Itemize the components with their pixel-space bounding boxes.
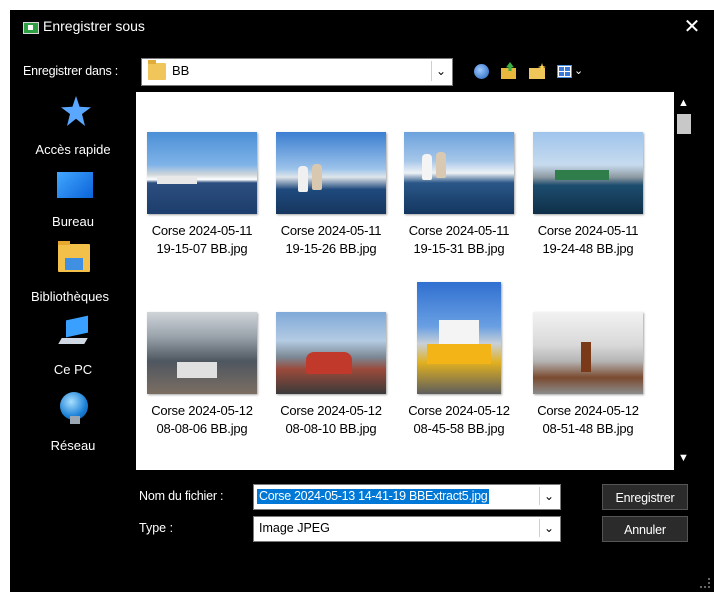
chevron-down-icon[interactable]: ⌄	[539, 519, 558, 537]
chevron-down-icon: ⌄	[574, 65, 584, 77]
view-menu-button[interactable]: ⌄	[556, 62, 584, 82]
place-label: Accès rapide	[35, 142, 111, 157]
network-icon	[60, 392, 88, 424]
save-in-dropdown[interactable]: BB ⌄	[141, 58, 453, 86]
app-picture-icon	[23, 22, 39, 34]
up-folder-button[interactable]	[500, 62, 520, 82]
file-item[interactable]: Corse 2024-05-11 19-15-31 BB.jpg	[401, 132, 517, 282]
close-button[interactable]: ✕	[670, 10, 714, 44]
chevron-down-icon[interactable]: ⌄	[539, 487, 558, 505]
file-item[interactable]: Corse 2024-05-12 08-51-48 BB.jpg	[530, 312, 646, 462]
type-dropdown[interactable]: Image JPEG ⌄	[253, 516, 561, 542]
new-folder-icon	[529, 68, 545, 79]
file-name: Corse 2024-05-12 08-08-10 BB.jpg	[280, 403, 382, 436]
view-menu-icon	[557, 65, 572, 78]
scroll-thumb[interactable]	[677, 114, 691, 134]
file-item[interactable]: Corse 2024-05-12 08-45-58 BB.jpg	[401, 282, 517, 436]
title-bar: Enregistrer sous ✕	[10, 10, 714, 44]
file-thumbnail	[147, 312, 257, 394]
libraries-icon	[58, 241, 90, 272]
filename-label: Nom du fichier :	[139, 489, 224, 503]
star-icon	[61, 96, 91, 126]
place-this-pc[interactable]: Ce PC	[10, 315, 136, 388]
desktop-icon	[57, 172, 93, 198]
save-button[interactable]: Enregistrer	[602, 484, 688, 510]
file-list[interactable]: Corse 2024-05-11 19-15-07 BB.jpg Corse 20…	[136, 92, 682, 470]
type-label: Type :	[139, 521, 174, 535]
file-name: Corse 2024-05-12 08-45-58 BB.jpg	[408, 403, 510, 436]
file-thumbnail	[533, 312, 643, 394]
file-name: Corse 2024-05-11 19-15-26 BB.jpg	[280, 223, 382, 256]
vertical-scrollbar[interactable]: ▲ ▼	[674, 92, 694, 470]
place-label: Réseau	[50, 438, 96, 453]
file-thumbnail	[404, 132, 514, 214]
type-value: Image JPEG	[259, 521, 330, 535]
place-desktop[interactable]: Bureau	[10, 170, 136, 240]
file-name: Corse 2024-05-12 08-08-06 BB.jpg	[151, 403, 253, 436]
close-icon: ✕	[683, 16, 701, 38]
place-label: Bureau	[52, 214, 94, 229]
filename-value[interactable]: Corse 2024-05-13 14-41-19 BBExtract5.jpg	[257, 489, 490, 504]
file-thumbnail	[276, 132, 386, 214]
file-thumbnail	[533, 132, 643, 214]
file-item[interactable]: Corse 2024-05-12 08-08-10 BB.jpg	[273, 312, 389, 462]
file-item[interactable]: Corse 2024-05-11 19-15-07 BB.jpg	[144, 132, 260, 282]
file-thumbnail	[276, 312, 386, 394]
file-name: Corse 2024-05-12 08-51-48 BB.jpg	[537, 403, 639, 436]
save-in-value: BB	[172, 63, 190, 78]
file-item[interactable]: Corse 2024-05-11 19-24-48 BB.jpg	[530, 132, 646, 282]
save-as-dialog: Enregistrer sous ✕ Enregistrer dans : BB…	[10, 10, 714, 592]
filename-input[interactable]: Corse 2024-05-13 14-41-19 BBExtract5.jpg…	[253, 484, 561, 510]
new-folder-button[interactable]	[528, 62, 548, 82]
file-item[interactable]: Corse 2024-05-12 08-08-06 BB.jpg	[144, 312, 260, 462]
back-globe-icon	[474, 64, 489, 79]
folder-icon	[148, 60, 166, 80]
chevron-down-icon[interactable]: ⌄	[431, 61, 450, 81]
scroll-up-icon[interactable]: ▲	[678, 97, 689, 109]
window-title: Enregistrer sous	[43, 18, 145, 34]
file-item[interactable]: Corse 2024-05-11 19-15-26 BB.jpg	[273, 132, 389, 282]
file-thumbnail	[417, 282, 501, 394]
place-libraries[interactable]: Bibliothèques	[10, 241, 136, 312]
resize-grip-icon[interactable]	[700, 578, 710, 588]
place-quick-access[interactable]: Accès rapide	[10, 96, 136, 166]
place-network[interactable]: Réseau	[10, 392, 136, 462]
file-name: Corse 2024-05-11 19-24-48 BB.jpg	[537, 223, 639, 256]
place-label: Ce PC	[53, 362, 93, 377]
file-thumbnail	[147, 132, 257, 214]
file-name: Corse 2024-05-11 19-15-07 BB.jpg	[151, 223, 253, 256]
save-in-label: Enregistrer dans :	[23, 64, 119, 78]
cancel-button[interactable]: Annuler	[602, 516, 688, 542]
computer-icon	[58, 315, 90, 344]
scroll-down-icon[interactable]: ▼	[678, 452, 689, 464]
place-label: Bibliothèques	[30, 289, 110, 304]
file-name: Corse 2024-05-11 19-15-31 BB.jpg	[408, 223, 510, 256]
back-button[interactable]	[472, 62, 492, 82]
